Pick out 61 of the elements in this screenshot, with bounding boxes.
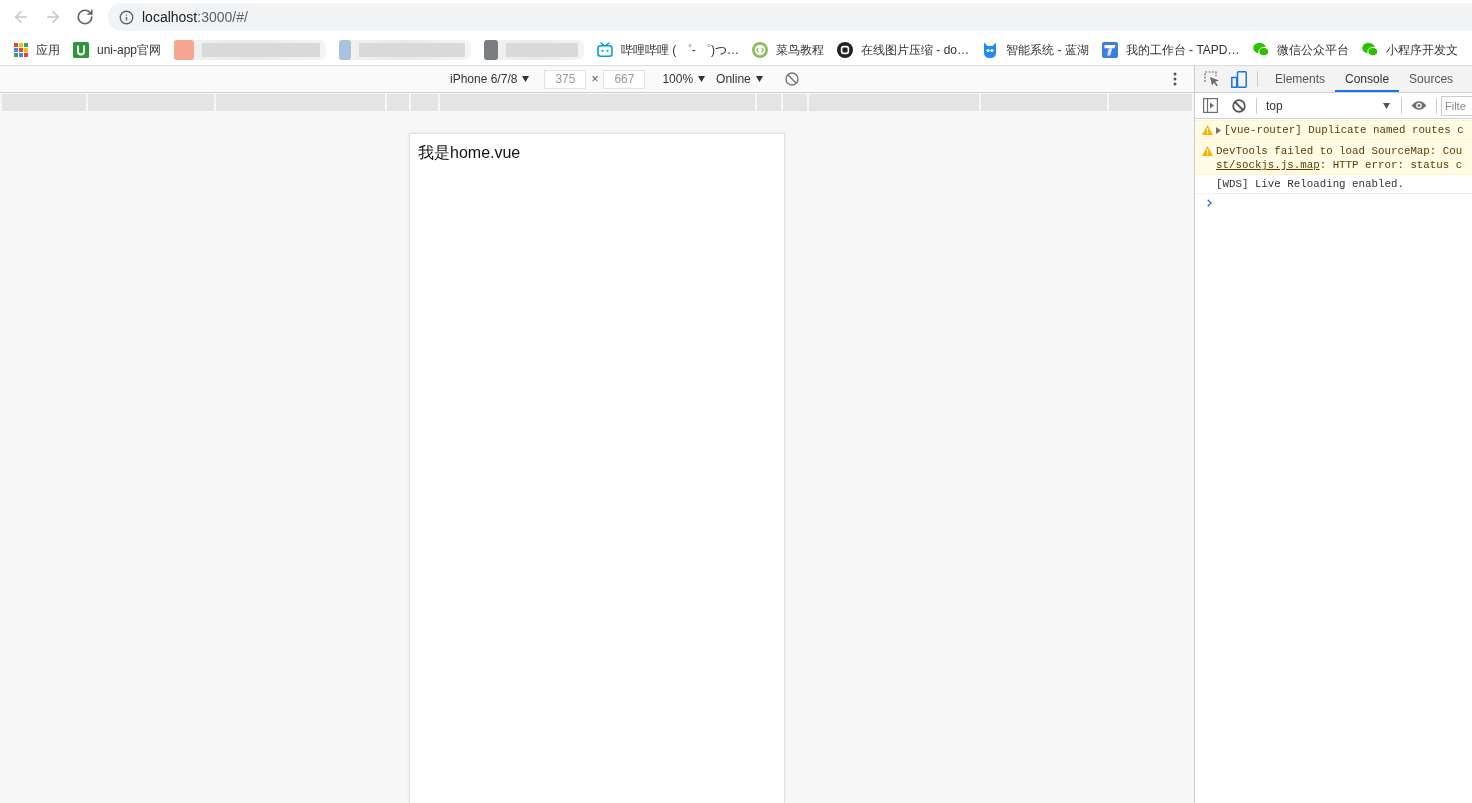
address-bar[interactable]: localhost:3000/#/ (108, 3, 1472, 31)
t-mark-icon (1101, 41, 1118, 58)
sidebar-icon[interactable] (1203, 98, 1218, 113)
url-text: localhost:3000/#/ (142, 7, 248, 27)
media-query-bar[interactable] (386, 94, 409, 111)
dimension-separator: × (591, 71, 599, 88)
code-circle-icon (752, 41, 769, 58)
media-query-bar[interactable] (215, 94, 385, 111)
bookmark-link[interactable]: 小程序开发文 (1361, 40, 1458, 59)
reload-icon[interactable] (76, 8, 94, 26)
expand-triangle-icon[interactable] (1216, 127, 1221, 134)
chat-bubbles-icon (1361, 42, 1378, 57)
media-query-bar[interactable] (439, 94, 756, 111)
media-query-bar[interactable] (809, 94, 980, 111)
media-query-bar[interactable] (757, 94, 782, 111)
caret-down-icon (755, 76, 763, 82)
media-query-bar[interactable] (87, 94, 214, 111)
zoom-dropdown[interactable]: 100% (662, 70, 706, 88)
console-message-text: [vue-router] Duplicate named routes c (1224, 123, 1464, 137)
caret-down-icon (1383, 102, 1390, 109)
bookmark-link[interactable]: 我的工作台 - TAPD… (1101, 40, 1240, 59)
caret-down-icon (522, 76, 530, 82)
bookmark-link[interactable]: 智能系统 - 蓝湖 (982, 40, 1089, 59)
context-select[interactable]: top (1266, 96, 1392, 115)
devices-icon[interactable] (1231, 70, 1247, 88)
slashed-circle-icon[interactable] (784, 72, 799, 86)
bookmark-link[interactable]: 哔哩哔哩 ( ゜- ゜)つ… (597, 40, 740, 59)
console-message-text: DevTools failed to load SourceMap: Cou st/sockjs.js.map: HTTP error: status c (1216, 144, 1463, 172)
device-dropdown[interactable]: iPhone 6/7/8 (450, 70, 530, 88)
u-mark-icon (73, 41, 89, 58)
ring-icon (837, 41, 854, 58)
source-link[interactable]: st/sockjs.js.map (1216, 159, 1320, 171)
eye-icon[interactable] (1411, 100, 1427, 111)
media-query-bar[interactable] (410, 94, 438, 111)
bookmark-link[interactable]: 菜鸟教程 (752, 40, 825, 59)
mascot-icon (982, 41, 999, 58)
info-icon[interactable] (119, 9, 134, 25)
bookmark-link[interactable]: 在线图片压缩 - do… (837, 40, 970, 59)
filter-input[interactable]: Filte (1441, 95, 1472, 116)
chat-bubbles-icon (1252, 42, 1269, 57)
throttling-dropdown[interactable]: Online (716, 70, 763, 88)
prompt-chevron-icon (1207, 199, 1212, 207)
caret-down-icon (698, 76, 706, 82)
bookmark-link[interactable]: 应用 (14, 40, 60, 59)
media-query-bar[interactable] (783, 94, 808, 111)
media-query-bar[interactable] (2, 94, 86, 111)
bookmark-link[interactable]: 微信公众平台 (1252, 40, 1349, 59)
tv-icon (597, 42, 614, 57)
slashed-circle-icon[interactable] (1232, 98, 1246, 113)
page-text: 我是home.vue (418, 143, 522, 163)
devtools-tab[interactable]: Sources (1399, 66, 1464, 92)
warning-icon (1202, 146, 1213, 156)
devtools-tab[interactable]: Elements (1265, 66, 1336, 92)
media-query-bar[interactable] (1109, 94, 1192, 111)
console-message-text: [WDS] Live Reloading enabled. (1216, 177, 1404, 191)
inspect-icon[interactable] (1204, 71, 1220, 87)
media-query-bar[interactable] (981, 94, 1108, 111)
apps-grid-icon (14, 42, 28, 57)
warning-icon (1202, 125, 1213, 135)
bookmark-link[interactable]: uni-app官网 (73, 40, 162, 59)
kebab-menu-icon[interactable] (1173, 72, 1177, 86)
